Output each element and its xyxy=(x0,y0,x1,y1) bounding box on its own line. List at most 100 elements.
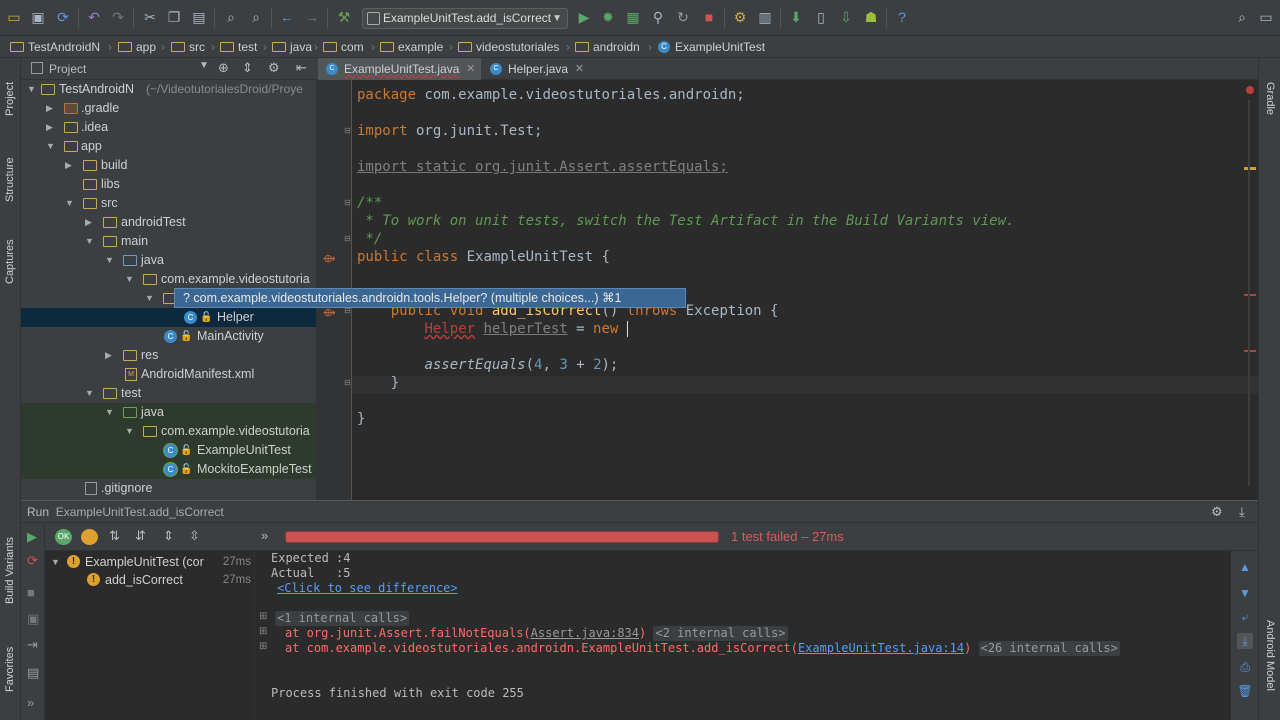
copy-icon[interactable]: ❐ xyxy=(166,9,182,25)
arrow-down-icon[interactable]: ▼ xyxy=(1237,585,1253,601)
tool-tab-captures[interactable]: Captures xyxy=(4,228,16,284)
tool-tab-project[interactable]: Project xyxy=(4,66,16,116)
breadcrumb-item[interactable]: test xyxy=(220,39,257,55)
tree-item-test-java[interactable]: ▼ java xyxy=(21,403,316,422)
expanded-arrow-icon[interactable]: ▼ xyxy=(85,384,94,403)
collapse-all-icon[interactable]: ⇳ xyxy=(189,528,200,544)
exit-icon[interactable]: ⇥ xyxy=(27,637,38,653)
redo-icon[interactable]: ↷ xyxy=(110,9,126,25)
undo-icon[interactable]: ↶ xyxy=(86,9,102,25)
tree-item-main[interactable]: ▼ main xyxy=(21,232,316,251)
tree-item-exampleunittest[interactable]: C 🔓 ExampleUnitTest xyxy=(21,441,316,460)
sync-icon[interactable]: ⟳ xyxy=(55,9,71,25)
structure-icon[interactable]: ▥ xyxy=(757,9,773,25)
code-line[interactable]: /** xyxy=(357,194,382,212)
fold-icon[interactable]: ⊟ xyxy=(344,378,351,387)
expanded-arrow-icon[interactable]: ▼ xyxy=(85,232,94,251)
settings-icon[interactable]: ⚙ xyxy=(732,9,748,25)
breadcrumb-item[interactable]: com xyxy=(323,39,364,55)
breadcrumb-item[interactable]: TestAndroidN xyxy=(10,39,100,55)
tab-exampleunittest[interactable]: C ExampleUnitTest.java ✕ xyxy=(318,58,482,80)
layout-icon[interactable]: ▤ xyxy=(27,665,39,681)
error-marker[interactable] xyxy=(1244,350,1256,352)
tree-item-idea[interactable]: ▶ .idea xyxy=(21,118,316,137)
scroll-to-end-icon[interactable]: ⤓ xyxy=(1237,633,1253,649)
tree-item-androidtest[interactable]: ▶ androidTest xyxy=(21,213,316,232)
close-icon[interactable]: ✕ xyxy=(575,58,584,80)
replace-icon[interactable]: ⌕ xyxy=(248,9,264,25)
coverage-icon[interactable]: ▦ xyxy=(625,9,641,25)
breadcrumb-item[interactable]: example xyxy=(380,39,443,55)
tool-tab-android-model[interactable]: Android Model xyxy=(1264,620,1276,691)
help-icon[interactable]: ? xyxy=(894,9,910,25)
find-icon[interactable]: ⌕ xyxy=(223,9,239,25)
chevron-down-icon[interactable]: ▼ xyxy=(199,60,209,71)
android-icon[interactable]: ☗ xyxy=(863,9,879,25)
breadcrumb-item[interactable]: src xyxy=(171,39,205,55)
stop-icon[interactable]: ■ xyxy=(701,9,717,25)
expand-fold-icon[interactable]: ⊞ xyxy=(259,641,267,652)
tree-item-project-root[interactable]: ▼ TestAndroidN (~/VideotutorialesDroid/P… xyxy=(21,80,316,99)
attach-icon[interactable]: ⚲ xyxy=(650,9,666,25)
tree-item-test[interactable]: ▼ test xyxy=(21,384,316,403)
avd-icon[interactable]: ▯ xyxy=(813,9,829,25)
collapsed-arrow-icon[interactable]: ▶ xyxy=(46,99,53,118)
code-line[interactable]: } xyxy=(357,374,399,392)
cut-icon[interactable]: ✂ xyxy=(142,9,158,25)
expand-fold-icon[interactable]: ⊞ xyxy=(259,626,267,637)
gear-icon[interactable]: ⚙ xyxy=(1211,504,1223,520)
hide-icon[interactable]: ⤓ xyxy=(1239,504,1245,520)
trace-link[interactable]: ExampleUnitTest.java:14 xyxy=(798,641,964,655)
run-config-selector[interactable]: ExampleUnitTest.add_isCorrect ▼ xyxy=(362,8,568,29)
collapsed-arrow-icon[interactable]: ▶ xyxy=(46,118,53,137)
tree-item-main-package[interactable]: ▼ com.example.videostutoria xyxy=(21,270,316,289)
tree-item-mainactivity[interactable]: C 🔓 MainActivity xyxy=(21,327,316,346)
error-marker[interactable] xyxy=(1244,294,1256,296)
tree-item-libs[interactable]: libs xyxy=(21,175,316,194)
expanded-arrow-icon[interactable]: ▼ xyxy=(105,403,114,422)
tree-item-gradle[interactable]: ▶ .gradle xyxy=(21,99,316,118)
target-icon[interactable]: ⊕ xyxy=(218,60,229,76)
expanded-arrow-icon[interactable]: ▼ xyxy=(65,194,74,213)
hide-icon[interactable]: ⇤ xyxy=(296,60,307,76)
stacktrace-line[interactable]: at org.junit.Assert.failNotEquals(Assert… xyxy=(285,626,788,641)
back-icon[interactable]: ← xyxy=(279,9,295,25)
wrap-icon[interactable]: ⤶ xyxy=(1237,609,1253,625)
expanded-arrow-icon[interactable]: ▼ xyxy=(125,270,134,289)
collapse-icon[interactable]: ⇕ xyxy=(242,60,253,76)
fold-icon[interactable]: ⊟ xyxy=(344,234,351,243)
test-case-row[interactable]: ! add_isCorrect 27ms xyxy=(45,571,255,589)
sdk-icon[interactable]: ⬇ xyxy=(788,9,804,25)
arrow-up-icon[interactable]: ▲ xyxy=(1237,559,1253,575)
save-icon[interactable]: ▣ xyxy=(30,9,46,25)
show-ignored-icon[interactable] xyxy=(81,529,98,545)
breadcrumb-item[interactable]: androidn xyxy=(575,39,640,55)
tree-item-manifest[interactable]: M AndroidManifest.xml xyxy=(21,365,316,384)
tree-item-test-package[interactable]: ▼ com.example.videostutoria xyxy=(21,422,316,441)
code-line[interactable]: * To work on unit tests, switch the Test… xyxy=(357,212,1014,230)
gear-icon[interactable]: ⚙ xyxy=(268,60,280,76)
breadcrumb-item[interactable]: videostutoriales xyxy=(458,39,559,55)
tree-item-mockitoexampletest[interactable]: C 🔓 MockitoExampleTest xyxy=(21,460,316,479)
breadcrumb-item[interactable]: app xyxy=(118,39,156,55)
rerun-icon[interactable]: ▶ xyxy=(27,529,37,545)
code-line[interactable]: Helper helperTest = new ​ xyxy=(357,320,629,338)
code-line[interactable]: } xyxy=(357,410,365,428)
camera-icon[interactable]: ▣ xyxy=(27,611,39,627)
tab-helper[interactable]: C Helper.java ✕ xyxy=(482,58,590,80)
tree-item-build[interactable]: ▶ build xyxy=(21,156,316,175)
tool-tab-gradle[interactable]: Gradle xyxy=(1264,82,1276,115)
tool-tab-structure[interactable]: Structure xyxy=(4,142,16,202)
expanded-arrow-icon[interactable]: ▼ xyxy=(51,553,60,571)
tree-item-helper[interactable]: C 🔓 Helper xyxy=(21,308,316,327)
code-line[interactable]: import static org.junit.Assert.assertEqu… xyxy=(357,158,728,176)
code-line[interactable]: public class ExampleUnitTest { xyxy=(357,248,610,266)
open-icon[interactable]: ▭ xyxy=(6,9,22,25)
code-line[interactable]: import org.junit.Test; xyxy=(357,122,542,140)
tool-tab-favorites[interactable]: Favorites xyxy=(4,636,16,692)
forward-icon[interactable]: → xyxy=(304,9,320,25)
collapsed-arrow-icon[interactable]: ▶ xyxy=(65,156,72,175)
show-passed-icon[interactable]: OK xyxy=(55,529,72,545)
expanded-arrow-icon[interactable]: ▼ xyxy=(46,137,55,156)
paste-icon[interactable]: ▤ xyxy=(191,9,207,25)
